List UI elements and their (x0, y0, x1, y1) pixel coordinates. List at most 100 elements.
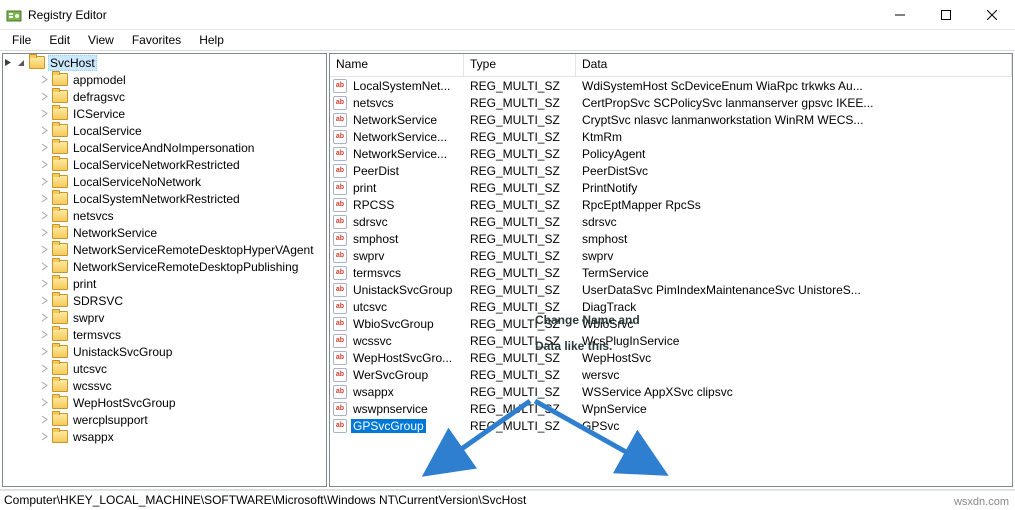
tree-item-label: wercplsupport (71, 413, 150, 427)
tree-item[interactable]: netsvcs (3, 207, 326, 224)
list-row[interactable]: abWepHostSvcGro...REG_MULTI_SZWepHostSvc (330, 349, 1012, 366)
tree-item[interactable]: utcsvc (3, 360, 326, 377)
list-row[interactable]: abNetworkService...REG_MULTI_SZPolicyAge… (330, 145, 1012, 162)
expand-icon[interactable] (16, 57, 27, 68)
tree-item-label: LocalSystemNetworkRestricted (71, 192, 242, 206)
tree-item-label: WepHostSvcGroup (71, 396, 178, 410)
string-value-icon: ab (332, 163, 348, 179)
header-name[interactable]: Name (330, 54, 464, 76)
tree-item[interactable]: UnistackSvcGroup (3, 343, 326, 360)
list-row[interactable]: abtermsvcsREG_MULTI_SZTermService (330, 264, 1012, 281)
tree-item[interactable]: defragsvc (3, 88, 326, 105)
expand-icon[interactable] (39, 125, 50, 136)
list-row[interactable]: abGPSvcGroupREG_MULTI_SZGPSvc (330, 417, 1012, 434)
list-row[interactable]: abUnistackSvcGroupREG_MULTI_SZUserDataSv… (330, 281, 1012, 298)
folder-icon (52, 396, 68, 409)
list-row[interactable]: abwcssvcREG_MULTI_SZWcsPlugInService (330, 332, 1012, 349)
value-name: smphost (351, 232, 400, 246)
expand-icon[interactable] (39, 380, 50, 391)
expand-icon[interactable] (39, 295, 50, 306)
tree-item[interactable]: LocalService (3, 122, 326, 139)
tree-root[interactable]: SvcHost (48, 55, 97, 71)
expand-icon[interactable] (39, 244, 50, 255)
tree-item[interactable]: wcssvc (3, 377, 326, 394)
list-row[interactable]: abprintREG_MULTI_SZPrintNotify (330, 179, 1012, 196)
tree-item[interactable]: WepHostSvcGroup (3, 394, 326, 411)
list-row[interactable]: abWerSvcGroupREG_MULTI_SZwersvc (330, 366, 1012, 383)
expand-icon[interactable] (39, 346, 50, 357)
tree-item[interactable]: wsappx (3, 428, 326, 445)
tree-item[interactable]: wercplsupport (3, 411, 326, 428)
tree-item[interactable]: LocalServiceNetworkRestricted (3, 156, 326, 173)
minimize-button[interactable] (877, 0, 923, 29)
close-button[interactable] (969, 0, 1015, 29)
header-data[interactable]: Data (576, 54, 1012, 76)
tree-item-label: wsappx (71, 430, 116, 444)
expand-icon[interactable] (39, 210, 50, 221)
menu-file[interactable]: File (4, 31, 39, 49)
value-data: PeerDistSvc (576, 164, 1012, 178)
list-row[interactable]: abswprvREG_MULTI_SZswprv (330, 247, 1012, 264)
list-row[interactable]: abnetsvcsREG_MULTI_SZCertPropSvc SCPolic… (330, 94, 1012, 111)
expand-icon[interactable] (39, 329, 50, 340)
list-row[interactable]: abNetworkService...REG_MULTI_SZKtmRm (330, 128, 1012, 145)
expand-icon[interactable] (39, 261, 50, 272)
string-value-icon: ab (332, 78, 348, 94)
tree-item[interactable]: NetworkServiceRemoteDesktopPublishing (3, 258, 326, 275)
tree-item[interactable]: print (3, 275, 326, 292)
expand-icon[interactable] (39, 159, 50, 170)
expand-icon[interactable] (39, 397, 50, 408)
tree-item[interactable]: swprv (3, 309, 326, 326)
list-row[interactable]: abRPCSSREG_MULTI_SZRpcEptMapper RpcSs (330, 196, 1012, 213)
expand-icon[interactable] (39, 142, 50, 153)
expand-icon[interactable] (39, 74, 50, 85)
tree-item[interactable]: LocalServiceNoNetwork (3, 173, 326, 190)
value-type: REG_MULTI_SZ (464, 96, 576, 110)
folder-icon (52, 243, 68, 256)
value-type: REG_MULTI_SZ (464, 164, 576, 178)
tree-item[interactable]: LocalSystemNetworkRestricted (3, 190, 326, 207)
menu-view[interactable]: View (80, 31, 122, 49)
expand-icon[interactable] (39, 431, 50, 442)
value-data: swprv (576, 249, 1012, 263)
list-row[interactable]: abPeerDistREG_MULTI_SZPeerDistSvc (330, 162, 1012, 179)
value-data: WbioSrvc (576, 317, 1012, 331)
list-row[interactable]: absmphostREG_MULTI_SZsmphost (330, 230, 1012, 247)
list-row[interactable]: abwsappxREG_MULTI_SZWSService AppXSvc cl… (330, 383, 1012, 400)
menu-edit[interactable]: Edit (41, 31, 78, 49)
expand-icon[interactable] (39, 108, 50, 119)
expand-icon[interactable] (39, 176, 50, 187)
tree-item[interactable]: SDRSVC (3, 292, 326, 309)
list-row[interactable]: abLocalSystemNet...REG_MULTI_SZWdiSystem… (330, 77, 1012, 94)
list-row[interactable]: abutcsvcREG_MULTI_SZDiagTrack (330, 298, 1012, 315)
maximize-button[interactable] (923, 0, 969, 29)
folder-icon (52, 226, 68, 239)
collapse-icon[interactable] (3, 57, 14, 68)
list-body[interactable]: abLocalSystemNet...REG_MULTI_SZWdiSystem… (330, 77, 1012, 486)
tree-item-label: LocalServiceNetworkRestricted (71, 158, 242, 172)
expand-icon[interactable] (39, 193, 50, 204)
expand-icon[interactable] (39, 414, 50, 425)
menu-help[interactable]: Help (191, 31, 232, 49)
folder-icon (52, 124, 68, 137)
header-type[interactable]: Type (464, 54, 576, 76)
tree-item[interactable]: NetworkServiceRemoteDesktopHyperVAgent (3, 241, 326, 258)
tree-item[interactable]: LocalServiceAndNoImpersonation (3, 139, 326, 156)
expand-icon[interactable] (39, 227, 50, 238)
tree-item-label: LocalServiceAndNoImpersonation (71, 141, 256, 155)
list-row[interactable]: abwswpnserviceREG_MULTI_SZWpnService (330, 400, 1012, 417)
tree-item[interactable]: termsvcs (3, 326, 326, 343)
tree-item[interactable]: appmodel (3, 71, 326, 88)
list-row[interactable]: abNetworkServiceREG_MULTI_SZCryptSvc nla… (330, 111, 1012, 128)
expand-icon[interactable] (39, 312, 50, 323)
menu-favorites[interactable]: Favorites (124, 31, 189, 49)
tree-item[interactable]: NetworkService (3, 224, 326, 241)
expand-icon[interactable] (39, 363, 50, 374)
expand-icon[interactable] (39, 278, 50, 289)
list-row[interactable]: abWbioSvcGroupREG_MULTI_SZWbioSrvc (330, 315, 1012, 332)
expand-icon[interactable] (39, 91, 50, 102)
tree-item[interactable]: ICService (3, 105, 326, 122)
list-row[interactable]: absdrsvcREG_MULTI_SZsdrsvc (330, 213, 1012, 230)
registry-tree[interactable]: SvcHost appmodeldefragsvcICServiceLocalS… (2, 53, 327, 487)
value-name: LocalSystemNet... (351, 79, 452, 93)
